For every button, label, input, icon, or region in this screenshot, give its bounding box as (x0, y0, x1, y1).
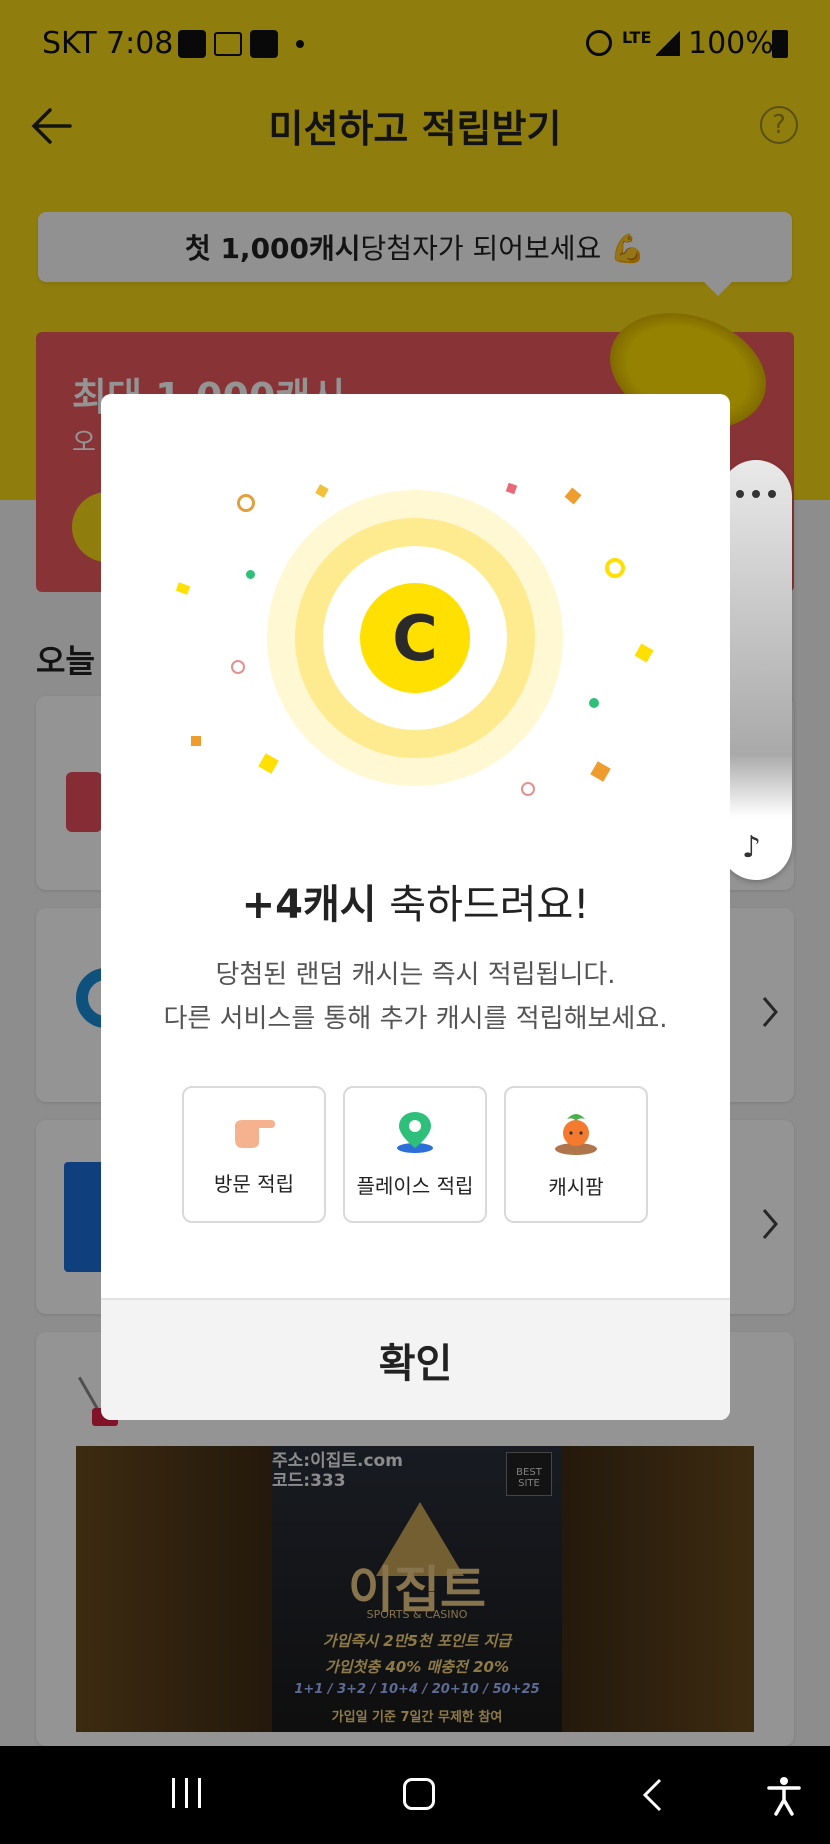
confetti-square (564, 487, 582, 505)
place-reward-label: 플레이스 적립 (356, 1174, 474, 1198)
confetti-square (315, 484, 329, 498)
pointing-hand-icon (235, 1120, 275, 1148)
system-navigation-bar (0, 1746, 830, 1844)
more-options-icon[interactable] (736, 490, 776, 498)
visit-reward-button[interactable]: 방문 적립 (182, 1086, 326, 1223)
home-icon[interactable] (403, 1778, 435, 1810)
reward-desc-line-1: 당첨된 랜덤 캐시는 즉시 적립됩니다. (215, 960, 616, 990)
reward-modal: C +4캐시 축하드려요! 당첨된 랜덤 캐시는 즉시 적립됩니다. 다른 서비… (101, 394, 730, 1420)
confetti-dot (246, 570, 255, 579)
confetti-ring (521, 782, 535, 796)
confetti-square (505, 482, 518, 495)
accessibility-icon[interactable] (766, 1776, 802, 1816)
music-note-icon[interactable]: ♪ (742, 830, 761, 865)
confetti-square (258, 753, 279, 774)
confetti-square (191, 736, 201, 746)
confetti-square (634, 643, 654, 663)
carrot-icon (555, 1114, 597, 1155)
cash-coin-icon: C (360, 583, 470, 693)
confirm-button[interactable]: 확인 (101, 1298, 730, 1420)
reward-headline-text: 축하드려요! (376, 882, 590, 928)
confetti-ring (231, 660, 245, 674)
reward-amount: +4캐시 (241, 882, 377, 928)
visit-reward-label: 방문 적립 (214, 1172, 294, 1196)
confetti-square (590, 761, 611, 782)
reward-headline: +4캐시 축하드려요! (101, 872, 730, 930)
confetti-ring (605, 558, 625, 578)
recent-apps-icon[interactable] (172, 1778, 202, 1808)
confetti-square (175, 582, 191, 595)
confetti-ring (237, 494, 255, 512)
location-pin-icon (397, 1112, 433, 1153)
floating-side-panel[interactable]: ♪ (720, 460, 792, 880)
back-icon[interactable] (640, 1776, 664, 1814)
place-reward-button[interactable]: 플레이스 적립 (343, 1086, 487, 1223)
confetti-dot (589, 698, 599, 708)
cash-farm-label: 캐시팜 (548, 1175, 604, 1199)
cash-farm-button[interactable]: 캐시팜 (504, 1086, 648, 1223)
reward-desc-line-2: 다른 서비스를 통해 추가 캐시를 적립해보세요. (163, 1004, 668, 1034)
